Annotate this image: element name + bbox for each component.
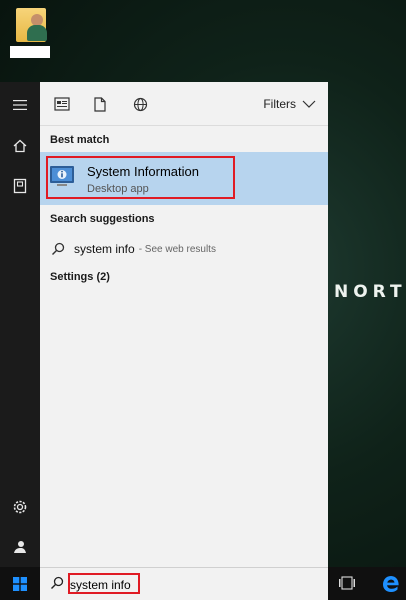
search-suggestions-heading: Search suggestions xyxy=(50,213,155,225)
filters-dropdown[interactable]: Filters xyxy=(263,94,316,114)
apps-filter-icon[interactable] xyxy=(50,92,74,116)
windows-start-icon[interactable] xyxy=(0,567,40,600)
web-filter-icon[interactable] xyxy=(128,92,152,116)
annotation-highlight-box xyxy=(46,156,235,199)
documents-filter-icon[interactable] xyxy=(88,92,112,116)
hamburger-menu-icon[interactable] xyxy=(0,85,40,125)
start-sidebar xyxy=(0,82,40,567)
documents-icon[interactable] xyxy=(0,166,40,206)
wallpaper-brand-text: NORT xyxy=(334,282,406,302)
settings-heading[interactable]: Settings (2) xyxy=(50,271,110,283)
annotation-highlight-box xyxy=(68,573,140,594)
settings-gear-icon[interactable] xyxy=(0,487,40,527)
user-account-icon[interactable] xyxy=(0,527,40,567)
web-search-suggestion[interactable]: system info - See web results xyxy=(40,235,328,263)
search-results-panel: Filters Best match System Information De… xyxy=(40,82,328,567)
filters-label: Filters xyxy=(263,97,296,111)
search-icon xyxy=(50,241,66,257)
see-web-results-text: - See web results xyxy=(138,243,216,255)
desktop-icon-label xyxy=(10,46,50,58)
desktop-user-folder-icon[interactable] xyxy=(10,4,50,58)
taskbar xyxy=(0,567,406,600)
best-match-result-system-information[interactable]: System Information Desktop app xyxy=(40,152,328,205)
chevron-down-icon xyxy=(302,100,316,108)
home-icon[interactable] xyxy=(0,126,40,166)
search-icon xyxy=(50,576,66,592)
best-match-heading: Best match xyxy=(50,134,110,146)
person-body xyxy=(27,25,47,41)
edge-browser-icon[interactable] xyxy=(380,573,402,595)
taskbar-search-box[interactable] xyxy=(40,567,328,600)
task-view-icon[interactable] xyxy=(336,573,358,593)
suggestion-text: system info xyxy=(74,242,135,256)
search-filter-toolbar: Filters xyxy=(40,82,328,126)
